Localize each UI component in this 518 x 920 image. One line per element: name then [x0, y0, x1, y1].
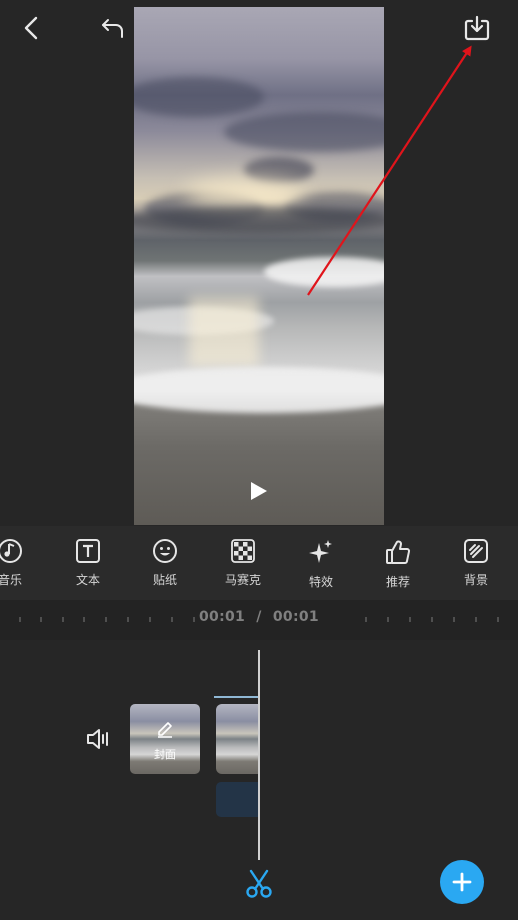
sticker-icon	[153, 539, 177, 563]
tool-background[interactable]: 背景	[441, 538, 511, 596]
tool-label: 贴纸	[152, 573, 177, 587]
total-time: 00:01	[272, 609, 319, 625]
tool-label: 推荐	[385, 575, 410, 589]
time-separator: /	[256, 609, 262, 625]
edit-toolbar: 音乐 文本 贴纸 马赛克 特效 推荐 背景	[0, 526, 518, 600]
tool-mosaic[interactable]: 马赛克	[208, 538, 278, 596]
thumbs-up-icon	[386, 540, 411, 564]
tool-label: 马赛克	[224, 573, 261, 587]
music-icon	[0, 539, 22, 563]
tool-label: 特效	[308, 575, 333, 589]
tool-label: 背景	[463, 573, 488, 587]
add-clip-button[interactable]	[440, 860, 484, 904]
video-clip[interactable]	[216, 704, 258, 774]
plus-icon	[452, 872, 472, 892]
cover-thumbnail[interactable]: 封面	[130, 704, 200, 774]
split-scissors-icon[interactable]	[242, 866, 276, 900]
audio-track-block[interactable]	[216, 782, 258, 817]
timecode: 00:01 / 00:01	[0, 609, 518, 625]
cover-label: 封面	[154, 748, 176, 761]
tool-music[interactable]: 音乐	[0, 538, 45, 596]
tool-label: 文本	[75, 573, 100, 587]
timeline-ruler[interactable]: 00:01 / 00:01	[0, 600, 518, 640]
playhead[interactable]	[258, 650, 260, 860]
tool-effects[interactable]: 特效	[286, 538, 356, 596]
volume-icon[interactable]	[84, 724, 114, 754]
effects-sparkle-icon	[309, 540, 332, 563]
mosaic-icon	[231, 539, 255, 563]
current-time: 00:01	[199, 609, 246, 625]
annotation-arrow-export	[307, 45, 472, 296]
tool-text[interactable]: 文本	[53, 538, 123, 596]
background-icon	[464, 539, 488, 563]
tool-label: 音乐	[0, 573, 22, 587]
clip-selection-bar	[214, 696, 258, 698]
tool-sticker[interactable]: 贴纸	[130, 538, 200, 596]
tool-recommend[interactable]: 推荐	[363, 538, 433, 596]
text-icon	[76, 539, 100, 563]
edit-pencil-icon	[158, 722, 172, 738]
